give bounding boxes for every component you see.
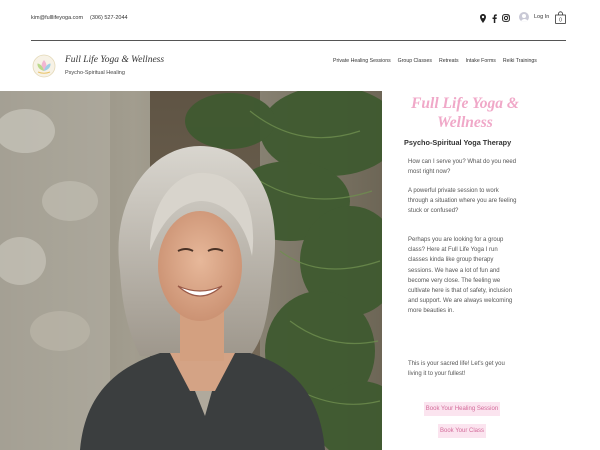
book-healing-session-button[interactable]: Book Your Healing Session <box>424 402 500 416</box>
nav-reiki-trainings[interactable]: Reiki Trainings <box>503 58 537 64</box>
instagram-icon[interactable] <box>502 13 510 23</box>
intro-paragraph-4: This is your sacred life! Let's get you … <box>408 361 505 378</box>
brand-logo[interactable] <box>32 54 56 78</box>
intro-panel: Full Life Yoga & Wellness Psycho-Spiritu… <box>382 91 600 450</box>
cart-count: 0 <box>559 18 562 24</box>
nav-private-healing-sessions[interactable]: Private Healing Sessions <box>333 58 391 64</box>
intro-paragraph-3: Perhaps you are looking for a group clas… <box>408 237 513 315</box>
top-bar: kim@fulllifeyoga.com (306) 527-2044 Log … <box>0 0 600 40</box>
location-pin-icon[interactable] <box>480 13 486 23</box>
brand-title[interactable]: Full Life Yoga & Wellness <box>65 55 164 65</box>
cart-icon[interactable]: 0 <box>555 11 566 24</box>
nav-group-classes[interactable]: Group Classes <box>398 58 432 64</box>
hero-subtitle: Psycho-Spiritual Yoga Therapy <box>404 138 512 147</box>
contact-phone[interactable]: (306) 527-2044 <box>90 15 128 21</box>
contact-email[interactable]: kim@fulllifeyoga.com <box>31 15 83 21</box>
login-button[interactable]: Log In <box>519 12 549 22</box>
book-class-button[interactable]: Book Your Class <box>438 424 486 438</box>
intro-paragraph-1: How can I serve you? What do you need mo… <box>408 159 517 176</box>
main-nav: Private Healing Sessions Group Classes R… <box>333 58 544 64</box>
intro-paragraph-2: A powerful private session to work throu… <box>408 188 517 215</box>
nav-intake-forms[interactable]: Intake Forms <box>466 58 496 64</box>
hero-title: Full Life Yoga & Wellness <box>411 95 519 131</box>
brand-subtitle: Psycho-Spiritual Healing <box>65 70 125 76</box>
nav-retreats[interactable]: Retreats <box>439 58 459 64</box>
hero-photo <box>0 91 382 450</box>
header-divider <box>31 40 566 41</box>
facebook-icon[interactable] <box>492 13 497 23</box>
user-avatar-icon <box>519 12 529 22</box>
login-label: Log In <box>534 14 550 20</box>
